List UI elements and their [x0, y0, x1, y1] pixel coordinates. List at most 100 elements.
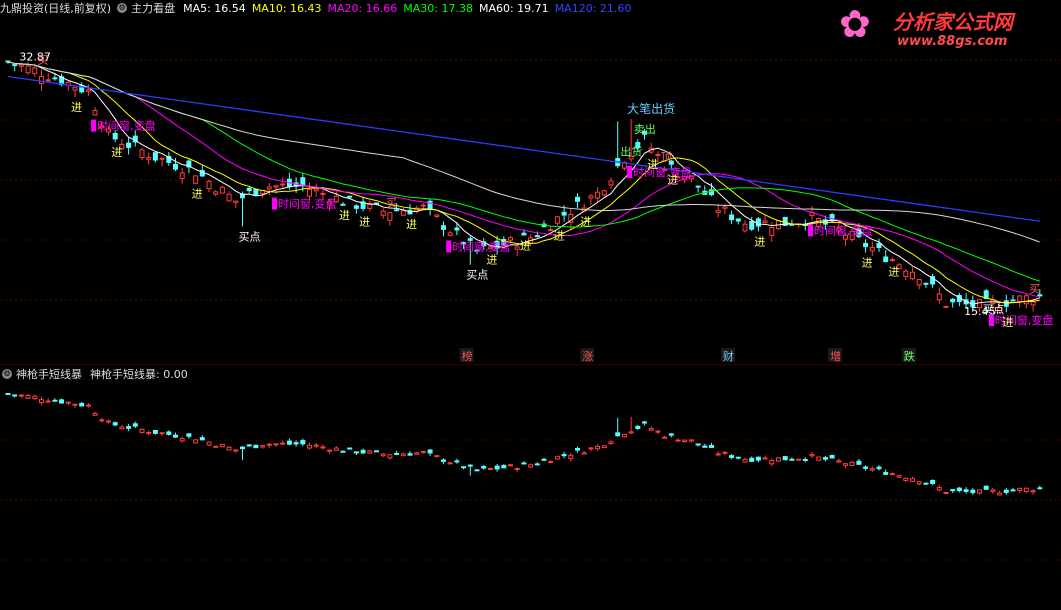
lower-candle: [307, 444, 312, 449]
lower-candle: [1003, 489, 1009, 493]
price-candle: [112, 132, 118, 140]
price-candle: [85, 89, 91, 92]
lower-candle: [199, 437, 205, 441]
signal-annotation: 买: [1029, 283, 1040, 296]
lower-candle: [903, 477, 909, 481]
lower-candle: [159, 432, 165, 435]
price-candle: [313, 188, 319, 192]
lower-candle: [554, 455, 560, 460]
lower-candle: [695, 443, 701, 446]
price-candle: [300, 177, 306, 187]
lower-candle: [380, 453, 386, 457]
lower-candle: [561, 454, 567, 457]
lower-candle: [896, 475, 902, 478]
price-candle: [561, 211, 567, 216]
lower-candle: [179, 438, 185, 442]
signal-annotation: 买: [386, 196, 397, 209]
lower-candle: [126, 426, 132, 429]
signal-annotation: 进: [520, 239, 531, 252]
lower-candle: [722, 451, 728, 454]
lower-candle: [407, 453, 413, 456]
lower-candle: [508, 464, 513, 467]
lower-candle: [387, 454, 393, 459]
lower-candle: [930, 480, 936, 484]
lower-candle: [856, 460, 862, 465]
price-candle: [434, 214, 440, 217]
lower-settings-gear-icon[interactable]: ⚙: [2, 369, 12, 379]
signal-annotation: 进: [754, 235, 765, 248]
lower-candle: [548, 461, 554, 464]
price-candle: [320, 192, 326, 195]
lower-candle: [809, 454, 815, 457]
lower-candle: [39, 399, 44, 404]
lower-candle: [18, 394, 24, 397]
lower-panel-header: ⚙ 神枪手短线暴 神枪手短线暴: 0.00: [0, 366, 188, 382]
lower-candle: [367, 450, 373, 454]
signal-annotation: 进: [486, 254, 497, 267]
price-candle: [722, 206, 728, 209]
lower-candle: [829, 454, 835, 459]
signal-annotation: 进: [339, 209, 350, 222]
price-candle: [943, 305, 949, 308]
flower-logo-icon: ✿: [839, 2, 871, 46]
price-candle: [307, 188, 312, 197]
price-candle: [347, 195, 353, 198]
lower-candle: [106, 420, 111, 423]
price-candle: [749, 221, 755, 230]
signal-annotation: 进: [647, 158, 658, 171]
lower-candle: [333, 447, 339, 451]
price-candle: [575, 196, 580, 202]
lower-candle: [822, 457, 828, 460]
lower-candle: [186, 433, 192, 437]
candlestick-chart[interactable]: 32.8715.45大笔出货买点买点买点时间窗,变盘时间窗,变盘时间窗,变盘时间…: [0, 0, 1061, 606]
price-candle: [769, 227, 775, 236]
lower-candle: [12, 394, 18, 397]
signal-annotation: 买点: [239, 230, 261, 243]
lower-candle: [286, 440, 292, 445]
signal-annotation: 进: [553, 229, 564, 242]
price-candle: [454, 227, 460, 231]
lower-candle: [742, 458, 748, 463]
lower-candle: [313, 444, 319, 447]
bottom-marker: 榜: [462, 349, 473, 363]
lower-candle: [219, 443, 225, 448]
price-candle: [936, 293, 942, 301]
time-window-marker: [988, 314, 994, 327]
lower-candle: [668, 433, 674, 436]
bottom-marker: 财: [723, 349, 734, 363]
price-candle: [139, 149, 145, 159]
lower-candle: [146, 431, 152, 434]
lower-candle: [474, 469, 480, 472]
lower-candle: [628, 431, 634, 434]
lower-candle: [32, 395, 38, 399]
signal-annotation: 进: [667, 174, 678, 187]
price-candle: [246, 187, 252, 192]
lower-candle: [923, 482, 929, 485]
price-candle: [735, 218, 741, 222]
lower-candle: [487, 467, 493, 470]
lower-candle: [434, 455, 440, 458]
price-candle: [400, 210, 406, 216]
price-candle: [1010, 299, 1016, 302]
lower-candle: [762, 457, 768, 460]
price-candle: [394, 209, 400, 212]
settings-gear-icon[interactable]: ⚙: [117, 3, 128, 13]
lower-candle: [99, 419, 105, 422]
signal-annotation: 时间窗,变盘: [814, 223, 873, 237]
time-window-marker: [272, 197, 277, 210]
lower-candle: [735, 456, 741, 459]
main-panel-header: 九鼎投资(日线,前复权) ⚙ 主力看盘 MA5: 16.54 MA10: 16.…: [0, 0, 637, 16]
lower-candle: [79, 402, 85, 407]
price-candle: [219, 186, 225, 194]
price-candle: [146, 157, 152, 160]
lower-candle: [876, 466, 882, 470]
lower-panel-value: 神枪手短线暴: 0.00: [90, 368, 188, 381]
price-candle: [950, 298, 956, 303]
lower-candle: [755, 456, 761, 461]
lower-candle: [1023, 487, 1029, 492]
price-candle: [280, 183, 286, 186]
signal-annotation: 时间窗,变盘: [97, 119, 156, 133]
price-candle: [213, 191, 219, 195]
lower-candle: [729, 455, 735, 459]
lower-candle: [682, 439, 688, 442]
